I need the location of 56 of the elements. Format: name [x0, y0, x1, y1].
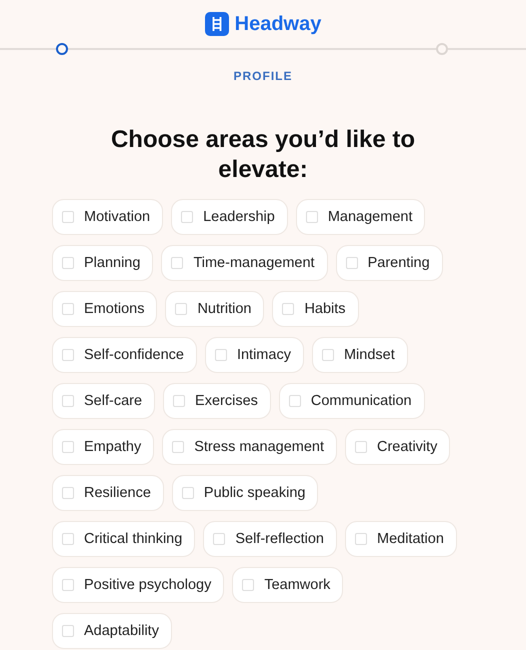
step-label: PROFILE — [232, 69, 294, 83]
checkbox[interactable] — [306, 211, 318, 223]
area-option[interactable]: Management — [296, 199, 426, 235]
area-option[interactable]: Leadership — [171, 199, 288, 235]
area-option[interactable]: Time-management — [161, 245, 328, 281]
checkbox[interactable] — [288, 395, 301, 407]
area-option[interactable]: Public speaking — [172, 475, 318, 511]
area-option[interactable]: Self-confidence — [52, 337, 197, 373]
checkbox[interactable] — [62, 395, 74, 407]
checkbox[interactable] — [213, 533, 226, 545]
area-option[interactable]: Resilience — [52, 475, 164, 511]
checkbox[interactable] — [171, 257, 184, 269]
checkbox[interactable] — [62, 579, 74, 591]
checkbox[interactable] — [173, 395, 186, 407]
area-option[interactable]: Self-reflection — [203, 521, 337, 557]
area-option[interactable]: Creativity — [345, 429, 450, 465]
checkbox[interactable] — [214, 349, 227, 361]
area-option[interactable]: Parenting — [336, 245, 443, 281]
area-option[interactable]: Self-care — [52, 383, 156, 419]
area-option[interactable]: Adaptability — [52, 613, 172, 649]
area-option[interactable]: Intimacy — [204, 337, 304, 373]
area-option[interactable]: Communication — [278, 383, 425, 419]
checkbox[interactable] — [242, 579, 254, 591]
checkbox[interactable] — [62, 533, 74, 545]
checkbox[interactable] — [182, 487, 194, 499]
checkbox[interactable] — [62, 211, 74, 223]
brand-name: Headway — [234, 12, 322, 36]
area-option[interactable]: Empathy — [52, 429, 154, 465]
question-title: Choose areas you’d like to elevate: — [110, 125, 416, 185]
checkbox[interactable] — [172, 441, 184, 453]
checkbox[interactable] — [62, 349, 74, 361]
checkbox[interactable] — [282, 303, 294, 315]
checkbox[interactable] — [62, 625, 74, 637]
checkbox[interactable] — [346, 257, 358, 269]
area-option[interactable]: Positive psychology — [52, 567, 224, 603]
area-option[interactable]: Critical thinking — [52, 521, 196, 557]
area-option[interactable]: Meditation — [344, 521, 457, 557]
area-option[interactable]: Habits — [272, 291, 359, 327]
area-option[interactable]: Mindset — [312, 337, 408, 373]
checkbox[interactable] — [62, 257, 74, 269]
checkbox[interactable] — [181, 211, 194, 223]
checkbox[interactable] — [62, 303, 74, 315]
checkbox[interactable] — [62, 487, 74, 499]
checkbox[interactable] — [62, 441, 74, 453]
area-option[interactable]: Exercises — [163, 383, 271, 419]
checkbox[interactable] — [322, 349, 334, 361]
checkbox[interactable] — [175, 303, 188, 315]
area-option[interactable]: Motivation — [52, 199, 164, 235]
area-option[interactable]: Stress management — [162, 429, 337, 465]
area-option[interactable]: Nutrition — [165, 291, 264, 327]
checkbox[interactable] — [355, 441, 367, 453]
area-option[interactable]: Planning — [52, 245, 154, 281]
checkbox[interactable] — [354, 533, 367, 545]
ladder-icon — [204, 12, 229, 36]
area-option[interactable]: Emotions — [52, 291, 158, 327]
area-option[interactable]: Teamwork — [232, 567, 344, 603]
